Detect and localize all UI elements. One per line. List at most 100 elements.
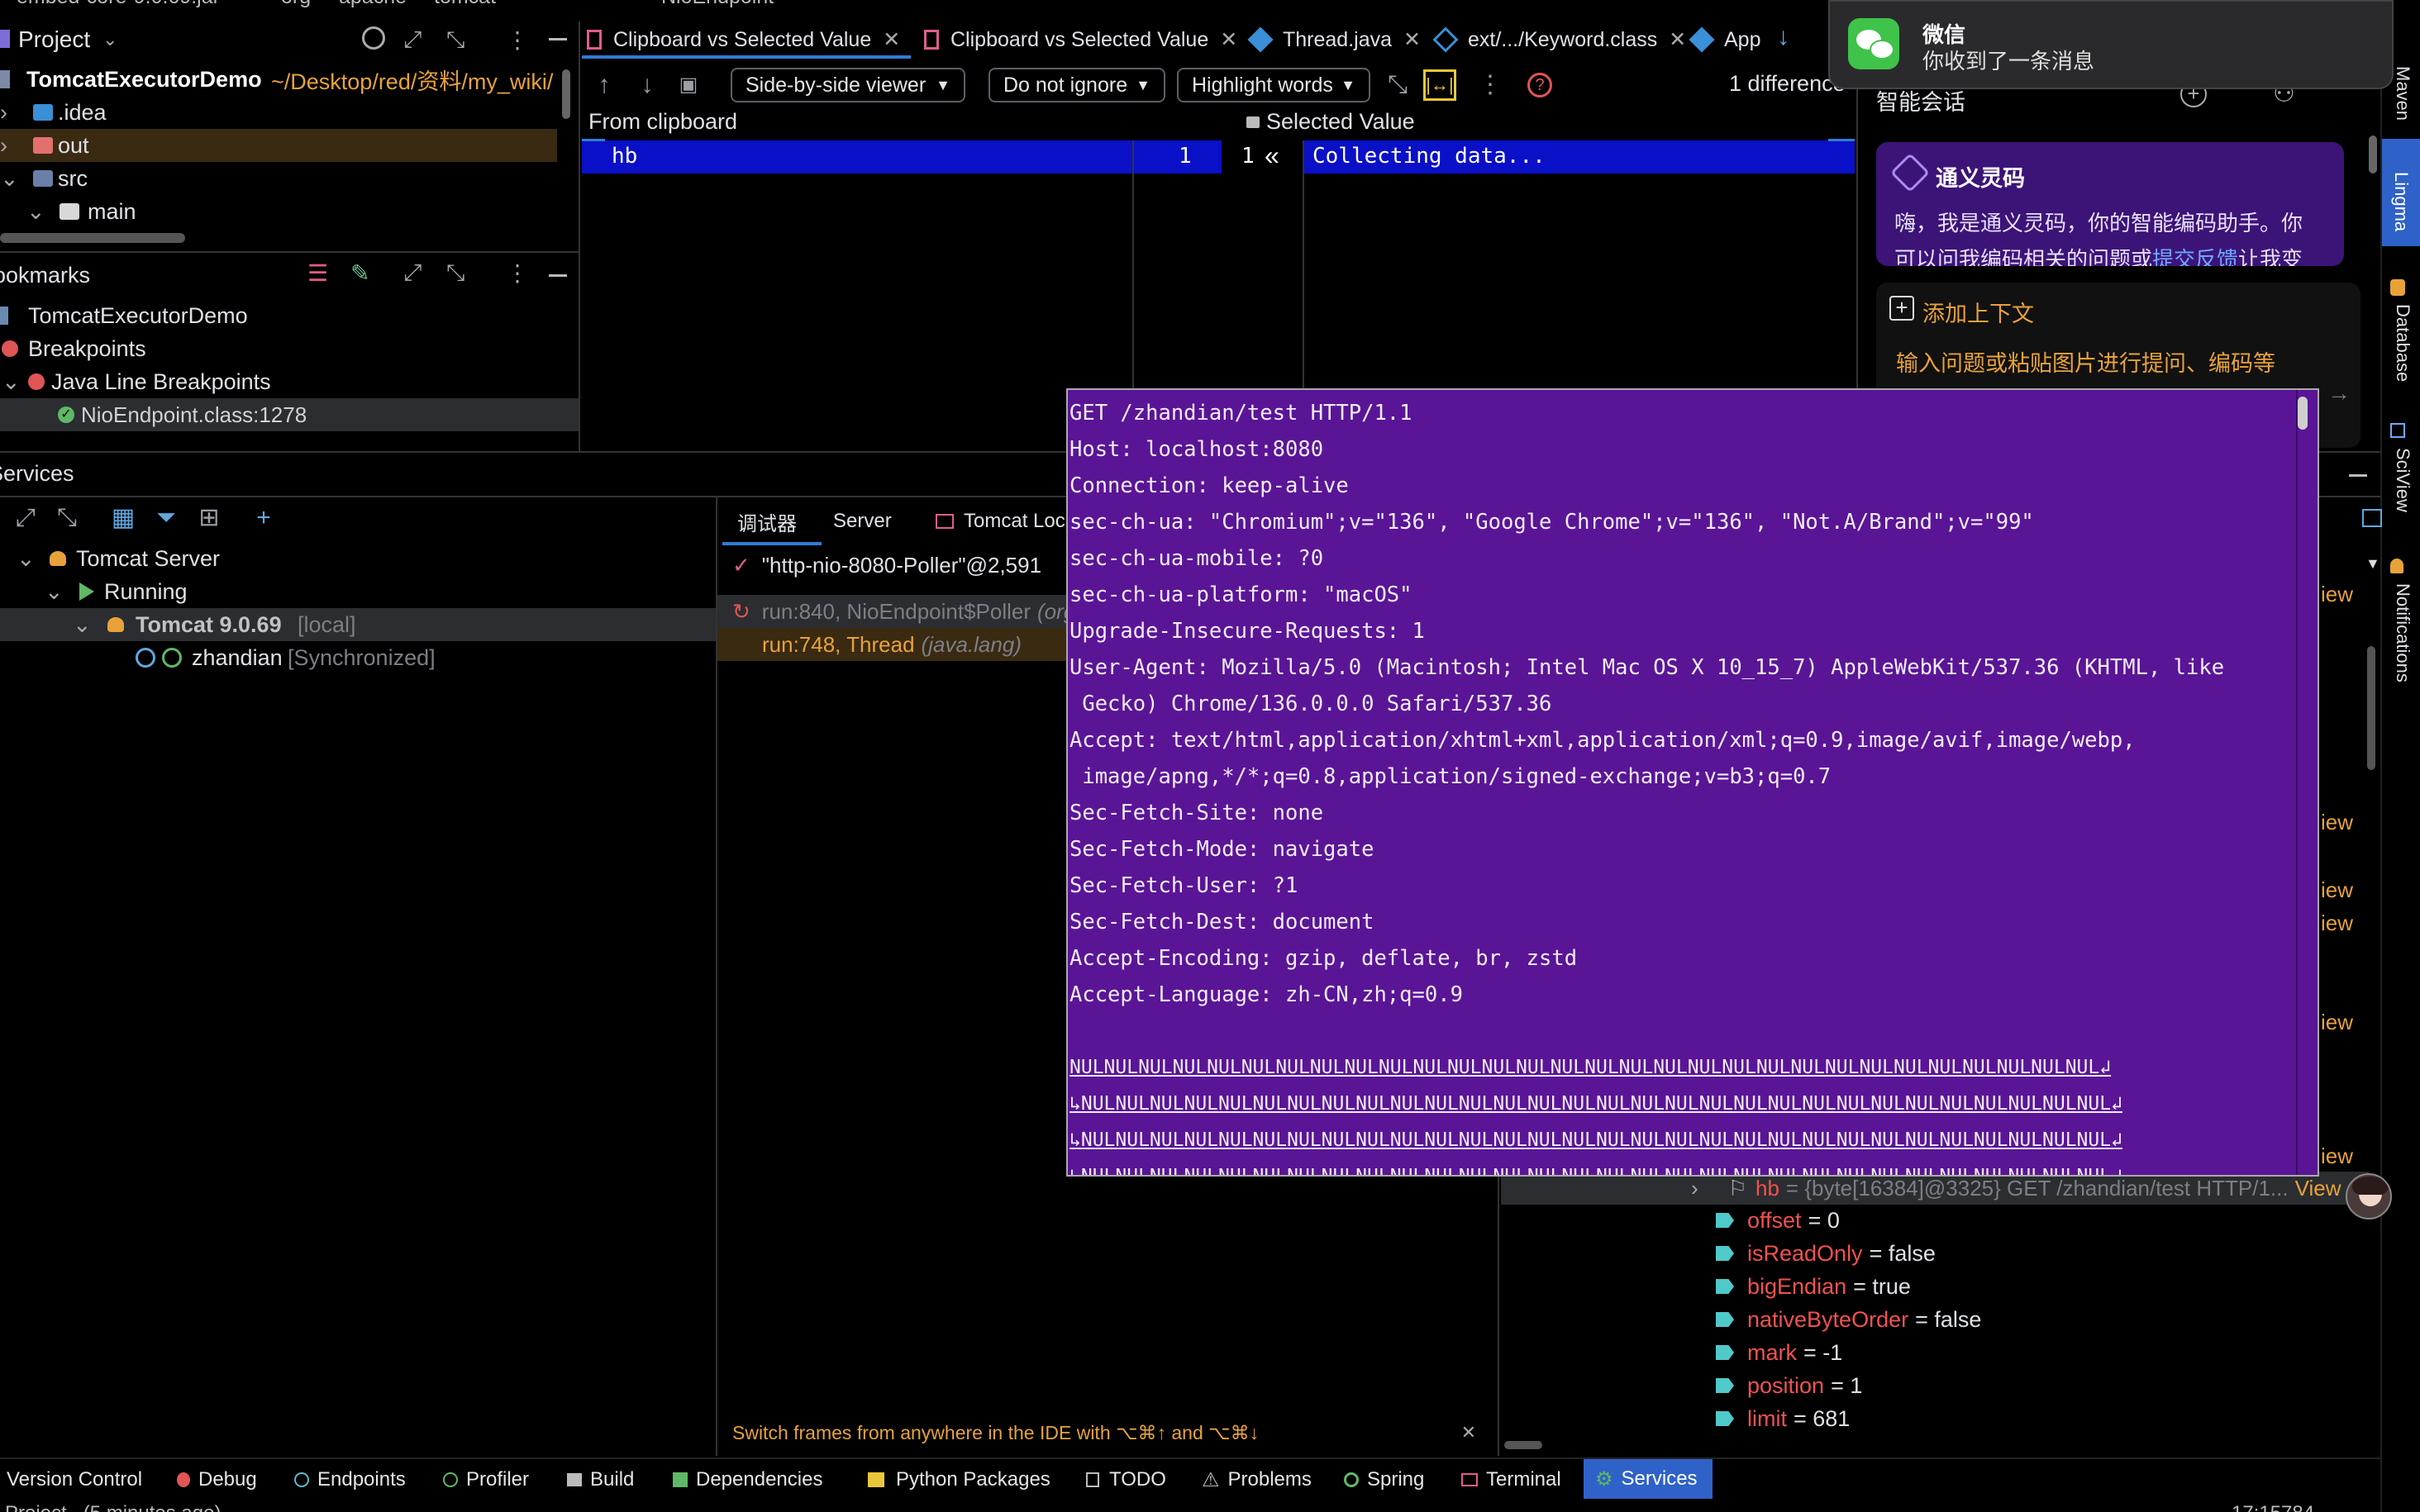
send-icon[interactable]: → [2327, 380, 2351, 407]
tab-debugger[interactable]: 调试器 [717, 497, 817, 545]
tab-server[interactable]: Server [833, 497, 924, 545]
chevron-down-icon[interactable]: ⌄ [102, 29, 117, 50]
minimize-icon[interactable] [549, 38, 567, 40]
avatar[interactable] [2346, 1173, 2392, 1220]
thread-selector[interactable]: ✓ "http-nio-8080-Poller"@2,591 [717, 547, 1068, 583]
menubar-item[interactable]: org [281, 0, 311, 8]
ignore-select[interactable]: Do not ignore ▼ [988, 68, 1165, 102]
variable-row[interactable]: nativeByteOrder = false [1716, 1304, 1981, 1335]
more-icon[interactable]: ⋮ [506, 259, 529, 287]
tab-version-control[interactable]: Version Control [7, 1462, 142, 1497]
highlight-select[interactable]: Highlight words ▼ [1177, 68, 1370, 102]
tab-debug[interactable]: Debug [177, 1462, 257, 1497]
chevron-down-icon[interactable]: ⌄ [2, 369, 21, 395]
chevron-down-icon[interactable]: ⌄ [73, 612, 92, 638]
tree-item-main[interactable]: ⌄ main [0, 195, 579, 228]
variable-row[interactable]: position = 1 [1716, 1370, 1862, 1401]
minimize-icon[interactable] [2349, 474, 2367, 477]
project-title[interactable]: Project [18, 26, 90, 53]
lingma-tool[interactable]: Lingma [2382, 139, 2420, 246]
frame-row[interactable]: ↻ run:840, NioEndpoint$Poller (org.apach… [717, 595, 1068, 628]
collapse-icon[interactable]: ⤡ [446, 26, 464, 54]
view-link[interactable]: iew [2321, 911, 2353, 936]
tree-item-zhandian[interactable]: zhandian [Synchronized] [0, 641, 716, 674]
feedback-link[interactable]: 提交反馈 [2152, 247, 2238, 266]
view-link[interactable]: iew [2321, 877, 2353, 903]
more-icon[interactable]: ⋮ [506, 26, 529, 54]
next-difference-icon[interactable]: ↓ [633, 71, 661, 99]
tab-app[interactable]: App [1689, 21, 1760, 58]
database-tool[interactable]: Database [2389, 279, 2415, 387]
variable-row[interactable]: isReadOnly = false [1716, 1238, 1936, 1269]
wechat-notification[interactable]: 微信 你收到了一条消息 [1828, 0, 2394, 89]
close-icon[interactable]: ✕ [1669, 27, 1686, 52]
previous-difference-icon[interactable]: ↑ [590, 71, 618, 99]
close-icon[interactable]: ✕ [1403, 27, 1421, 52]
close-icon[interactable]: ✕ [883, 27, 900, 52]
tab-clipboard-1[interactable]: Clipboard vs Selected Value ✕ [587, 21, 900, 58]
vertical-scrollbar[interactable] [2367, 646, 2375, 770]
add-context-button[interactable]: 添加上下文 [1922, 296, 2034, 328]
collapse-icon[interactable]: ⤡ [446, 259, 464, 287]
group-icon[interactable]: ▦ [109, 504, 137, 532]
variable-row[interactable]: bigEndian = true [1716, 1271, 1911, 1302]
view-link[interactable]: iew [2321, 1010, 2353, 1035]
chevron-right-icon[interactable]: › [1691, 1176, 1698, 1201]
expand-icon[interactable]: ⤢ [12, 504, 40, 532]
tree-item-idea[interactable]: › .idea [0, 96, 579, 129]
edit-icon[interactable]: ✎ [350, 259, 369, 287]
download-icon[interactable]: ↓ [1777, 23, 1789, 51]
target-icon[interactable] [362, 26, 385, 50]
horizontal-scrollbar[interactable] [1504, 1441, 1542, 1449]
tab-problems[interactable]: ⚠ Problems [1202, 1462, 1312, 1497]
chevron-down-icon[interactable]: ⌄ [26, 199, 45, 225]
variable-row[interactable]: mark = -1 [1716, 1337, 1842, 1368]
caret-down-icon[interactable]: ▼ [2365, 555, 2380, 573]
view-link[interactable]: iew [2321, 810, 2353, 835]
menubar-item[interactable]: apache [339, 0, 407, 8]
horizontal-scrollbar[interactable] [0, 233, 185, 243]
bookmark-item-selected[interactable]: ✓ NioEndpoint.class:1278 [0, 398, 580, 431]
minimize-icon[interactable] [549, 274, 567, 277]
variable-row[interactable]: offset = 0 [1716, 1205, 1840, 1236]
tab-python-packages[interactable]: Python Packages [868, 1462, 1050, 1497]
bookmark-item[interactable]: ⌄ Java Line Breakpoints [0, 365, 580, 398]
menubar-item[interactable]: embed-core-9.0.69.jar [17, 0, 220, 8]
new-tab-icon[interactable]: ⊞ [195, 504, 223, 532]
chevron-right-icon[interactable]: › [0, 133, 7, 159]
tab-thread-java[interactable]: Thread.java ✕ [1247, 21, 1421, 58]
chevron-right-icon[interactable]: › [0, 100, 7, 126]
menubar-item[interactable]: tomcat [434, 0, 496, 8]
filter-icon[interactable]: ⏷ [152, 504, 180, 532]
bookmark-item[interactable]: Breakpoints [0, 332, 580, 365]
vertical-scrollbar[interactable] [562, 69, 570, 119]
chevron-down-icon[interactable]: ⌄ [0, 166, 19, 192]
close-icon[interactable]: ✕ [1220, 27, 1237, 52]
tab-todo[interactable]: TODO [1086, 1462, 1166, 1497]
tree-item-tomcat-instance[interactable]: ⌄ Tomcat 9.0.69 [local] [0, 608, 716, 641]
tab-endpoints[interactable]: Endpoints [294, 1462, 406, 1497]
expand-icon[interactable]: ⤢ [403, 26, 422, 54]
vertical-scrollbar[interactable] [2369, 136, 2377, 174]
notifications-tool[interactable]: Notifications [2389, 559, 2415, 707]
tab-spring[interactable]: Spring [1344, 1462, 1424, 1497]
tab-profiler[interactable]: Profiler [443, 1462, 529, 1497]
sync-scroll-icon[interactable]: |↔| [1423, 69, 1456, 101]
collapse-icon[interactable]: ⤡ [53, 504, 81, 532]
frame-row[interactable]: run:748, Thread (java.lang) [717, 628, 1068, 661]
vertical-scrollbar[interactable] [2298, 397, 2308, 430]
view-link[interactable]: View [2295, 1176, 2341, 1201]
view-link[interactable]: iew [2321, 582, 2353, 607]
add-context-icon[interactable]: + [1889, 296, 1914, 321]
sciview-tool[interactable]: SciView [2389, 423, 2415, 530]
tree-item-running[interactable]: ⌄ Running [0, 575, 716, 608]
chevron-down-icon[interactable]: ⌄ [45, 579, 64, 605]
viewer-select[interactable]: Side-by-side viewer ▼ [731, 68, 965, 102]
tab-tomcat-log[interactable]: Tomcat Localhost Log [936, 497, 1065, 545]
save-icon[interactable]: ▣ [674, 71, 703, 99]
apply-change-icon[interactable]: « [1265, 140, 1279, 171]
tab-terminal[interactable]: Terminal [1461, 1462, 1561, 1497]
help-icon[interactable]: ? [1527, 73, 1552, 97]
tab-services[interactable]: ⚙ Services [1584, 1459, 1713, 1499]
tree-item-src[interactable]: ⌄ src [0, 162, 579, 195]
